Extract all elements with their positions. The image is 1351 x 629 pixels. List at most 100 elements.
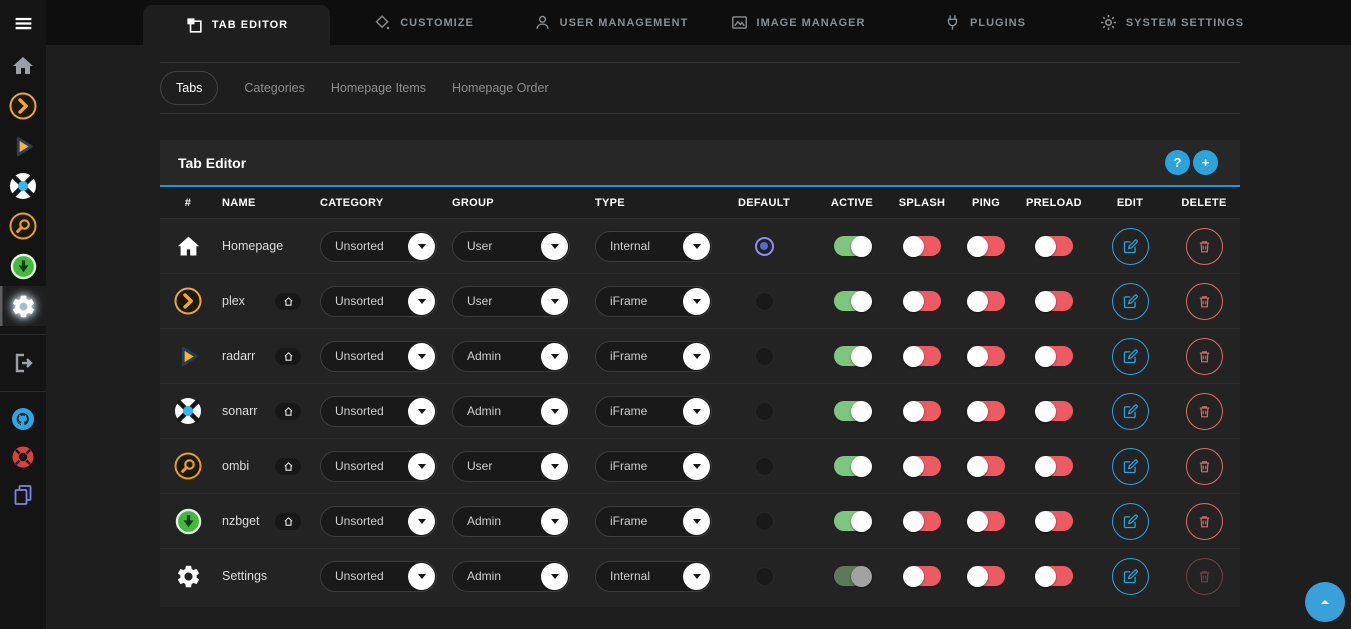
category-select[interactable]: Unsorted (320, 451, 437, 482)
ping-toggle[interactable] (968, 401, 1005, 421)
delete-button[interactable] (1186, 228, 1223, 265)
splash-toggle[interactable] (904, 291, 941, 311)
preload-toggle[interactable] (1036, 291, 1073, 311)
active-toggle[interactable] (834, 456, 871, 476)
default-radio[interactable] (755, 292, 774, 311)
group-select[interactable]: Admin (452, 396, 570, 427)
sidebar-item-radarr[interactable] (0, 126, 46, 166)
category-select[interactable]: Unsorted (320, 231, 437, 262)
sidebar-item-ombi[interactable] (0, 206, 46, 246)
category-select[interactable]: Unsorted (320, 396, 437, 427)
active-toggle[interactable] (834, 291, 871, 311)
category-select[interactable]: Unsorted (320, 286, 437, 317)
default-radio[interactable] (755, 457, 774, 476)
nav-tab-system-settings[interactable]: SYSTEM SETTINGS (1078, 0, 1265, 45)
subtab-homepage-items[interactable]: Homepage Items (331, 81, 426, 95)
group-select[interactable]: Admin (452, 561, 570, 592)
ping-toggle[interactable] (968, 511, 1005, 531)
preload-toggle[interactable] (1036, 456, 1073, 476)
delete-button[interactable] (1186, 503, 1223, 540)
active-toggle[interactable] (834, 401, 871, 421)
type-cell: iFrame (595, 341, 712, 372)
preload-toggle[interactable] (1036, 566, 1073, 586)
splash-toggle[interactable] (904, 511, 941, 531)
type-select[interactable]: iFrame (595, 506, 712, 537)
user-icon (533, 13, 552, 32)
category-select[interactable]: Unsorted (320, 506, 437, 537)
default-radio[interactable] (755, 402, 774, 421)
sidebar-item-pages[interactable] (0, 476, 46, 514)
subtab-tabs[interactable]: Tabs (160, 71, 218, 105)
edit-button[interactable] (1112, 558, 1149, 595)
sidebar-item-github[interactable] (0, 400, 46, 438)
active-toggle[interactable] (834, 511, 871, 531)
splash-toggle[interactable] (904, 566, 941, 586)
delete-button[interactable] (1186, 338, 1223, 375)
edit-button[interactable] (1112, 228, 1149, 265)
edit-button[interactable] (1112, 448, 1149, 485)
preload-toggle[interactable] (1036, 511, 1073, 531)
help-button[interactable]: ? (1165, 150, 1190, 175)
nav-tab-user-management[interactable]: USER MANAGEMENT (517, 0, 704, 45)
ping-toggle[interactable] (968, 291, 1005, 311)
ping-toggle[interactable] (968, 566, 1005, 586)
sidebar-item-nzbget[interactable] (0, 246, 46, 286)
nav-tab-customize[interactable]: CUSTOMIZE (330, 0, 517, 45)
splash-toggle[interactable] (904, 346, 941, 366)
splash-toggle[interactable] (904, 456, 941, 476)
edit-button[interactable] (1112, 503, 1149, 540)
trash-icon (1197, 404, 1212, 419)
type-select[interactable]: iFrame (595, 286, 712, 317)
sidebar-item-logout[interactable] (0, 343, 46, 383)
active-toggle[interactable] (834, 346, 871, 366)
sidebar-item-home[interactable] (0, 46, 46, 86)
group-select[interactable]: User (452, 286, 570, 317)
sidebar-item-support[interactable] (0, 438, 46, 476)
preload-toggle[interactable] (1036, 236, 1073, 256)
edit-cell (1092, 338, 1168, 375)
splash-toggle[interactable] (904, 401, 941, 421)
nav-tab-tab-editor[interactable]: TAB EDITOR (143, 5, 330, 45)
splash-toggle[interactable] (904, 236, 941, 256)
sidebar-item-plex[interactable] (0, 86, 46, 126)
default-radio[interactable] (755, 347, 774, 366)
toggle-knob (1035, 456, 1056, 477)
edit-button[interactable] (1112, 338, 1149, 375)
preload-toggle[interactable] (1036, 401, 1073, 421)
group-select[interactable]: Admin (452, 506, 570, 537)
ping-toggle[interactable] (968, 346, 1005, 366)
delete-button[interactable] (1186, 283, 1223, 320)
preload-toggle[interactable] (1036, 346, 1073, 366)
default-radio[interactable] (755, 567, 774, 586)
type-select[interactable]: iFrame (595, 396, 712, 427)
delete-button[interactable] (1186, 393, 1223, 430)
ping-toggle[interactable] (968, 236, 1005, 256)
scroll-to-top-button[interactable] (1305, 582, 1345, 622)
category-select[interactable]: Unsorted (320, 341, 437, 372)
type-select[interactable]: Internal (595, 561, 712, 592)
edit-button[interactable] (1112, 393, 1149, 430)
table-row: sonarrUnsortedAdminiFrame (160, 383, 1240, 438)
type-select[interactable]: iFrame (595, 451, 712, 482)
ping-toggle[interactable] (968, 456, 1005, 476)
group-select[interactable]: User (452, 451, 570, 482)
default-radio[interactable] (755, 237, 774, 256)
type-select[interactable]: Internal (595, 231, 712, 262)
add-tab-button[interactable]: + (1193, 150, 1218, 175)
subtab-homepage-order[interactable]: Homepage Order (452, 81, 549, 95)
group-select[interactable]: Admin (452, 341, 570, 372)
menu-button[interactable] (0, 0, 46, 46)
category-select[interactable]: Unsorted (320, 561, 437, 592)
edit-button[interactable] (1112, 283, 1149, 320)
type-select[interactable]: iFrame (595, 341, 712, 372)
delete-button[interactable] (1186, 448, 1223, 485)
nav-tab-image-manager[interactable]: IMAGE MANAGER (704, 0, 891, 45)
default-radio[interactable] (755, 512, 774, 531)
group-select[interactable]: User (452, 231, 570, 262)
sidebar-item-settings[interactable] (0, 286, 46, 326)
nav-tab-plugins[interactable]: PLUGINS (891, 0, 1078, 45)
active-toggle[interactable] (834, 236, 871, 256)
subtab-categories[interactable]: Categories (244, 81, 304, 95)
homepage-icon (175, 233, 202, 260)
sidebar-item-sonarr[interactable] (0, 166, 46, 206)
